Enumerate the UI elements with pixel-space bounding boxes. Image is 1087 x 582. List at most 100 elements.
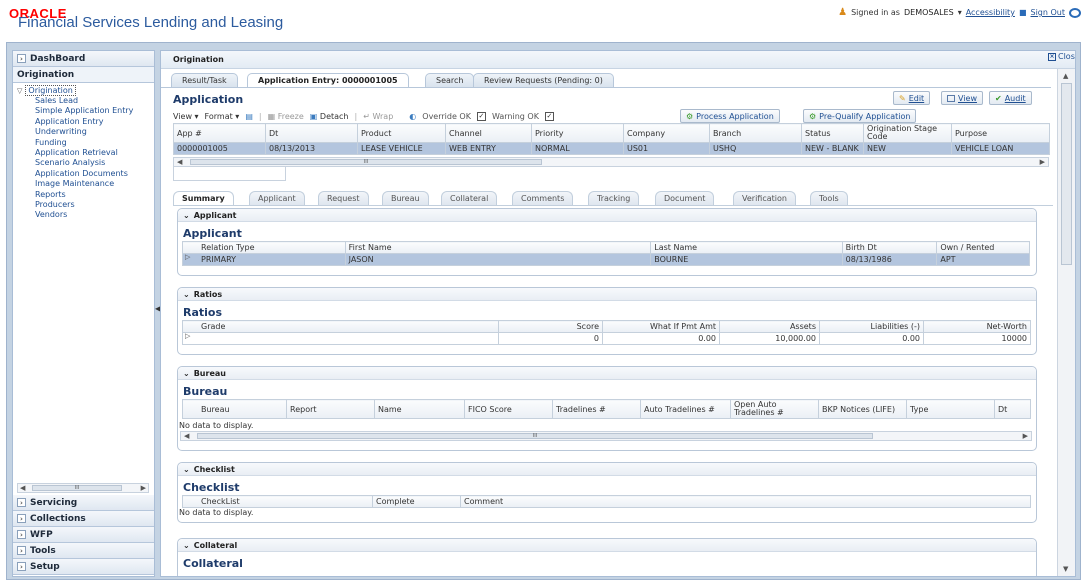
table-row[interactable]: PRIMARY JASON BOURNE 08/13/1986 APT	[182, 253, 1030, 266]
close-button[interactable]: × Close	[1048, 52, 1075, 61]
column-header[interactable]: Name	[374, 399, 465, 419]
tree-expand-icon[interactable]: ▽	[17, 87, 22, 95]
tab-document[interactable]: Document	[655, 191, 715, 205]
column-header[interactable]: Branch	[709, 123, 802, 143]
detach-button[interactable]: ▣ Detach	[310, 112, 349, 121]
column-header[interactable]: Product	[357, 123, 446, 143]
column-header[interactable]: Comment	[460, 495, 1031, 508]
tab-bureau[interactable]: Bureau	[382, 191, 429, 205]
column-header[interactable]: First Name	[344, 241, 652, 254]
tab-search[interactable]: Search	[425, 73, 475, 87]
prequalify-button[interactable]: ⚙ Pre-Qualify Application	[803, 109, 917, 123]
tab-summary[interactable]: Summary	[173, 191, 234, 205]
column-header[interactable]: Score	[498, 320, 603, 333]
sidebar-dashboard[interactable]: › DashBoard	[13, 51, 154, 67]
binoculars-icon[interactable]: ◐	[409, 112, 416, 121]
row-expand-icon[interactable]: ▷	[185, 253, 190, 261]
ratios-section-header[interactable]: ⌄ Ratios	[178, 288, 1036, 301]
accessibility-link[interactable]: Accessibility	[966, 8, 1015, 17]
override-ok-checkbox[interactable]: ✓	[476, 111, 486, 121]
column-header[interactable]: Tradelines #	[552, 399, 641, 419]
collapse-icon[interactable]: ⌄	[183, 290, 190, 299]
column-header[interactable]: Report	[286, 399, 375, 419]
column-header[interactable]: App #	[173, 123, 266, 143]
sign-out-link[interactable]: Sign Out	[1031, 8, 1066, 17]
edit-button[interactable]: ✎ Edit	[893, 91, 931, 105]
scroll-thumb[interactable]: III	[32, 485, 122, 491]
sidebar-item-application-documents[interactable]: Application Documents	[13, 169, 154, 179]
table-row[interactable]: 0000001005 08/13/2013 LEASE VEHICLE WEB …	[173, 142, 1050, 155]
column-header[interactable]: Status	[801, 123, 864, 143]
sidebar-item-sales-lead[interactable]: Sales Lead	[13, 96, 154, 106]
wrap-button[interactable]: ↵ Wrap	[363, 112, 393, 121]
sidebar-origination[interactable]: Origination	[13, 67, 154, 83]
scroll-thumb[interactable]: III	[190, 159, 542, 165]
bureau-table-scrollbar[interactable]: ◀ III ▶	[180, 431, 1032, 441]
sidebar-setup[interactable]: › Setup	[13, 559, 154, 575]
applicant-section-header[interactable]: ⌄ Applicant	[178, 209, 1036, 222]
scroll-right-icon[interactable]: ▶	[1040, 158, 1045, 166]
tree-origination-label[interactable]: Origination	[25, 85, 76, 96]
sidebar-item-image-maintenance[interactable]: Image Maintenance	[13, 179, 154, 189]
column-header[interactable]: CheckList	[182, 495, 373, 508]
scroll-thumb[interactable]	[1061, 83, 1072, 265]
column-header[interactable]: BKP Notices (LIFE)	[818, 399, 907, 419]
sidebar-item-scenario-analysis[interactable]: Scenario Analysis	[13, 158, 154, 168]
column-header[interactable]: Channel	[445, 123, 532, 143]
sidebar-item-underwriting[interactable]: Underwriting	[13, 127, 154, 137]
column-header[interactable]: Dt	[265, 123, 358, 143]
column-header[interactable]: Bureau	[182, 399, 287, 419]
collapse-icon[interactable]: ⌄	[183, 369, 190, 378]
tab-request[interactable]: Request	[318, 191, 369, 205]
column-header[interactable]: Origination Stage Code	[863, 123, 952, 143]
column-header[interactable]: Type	[906, 399, 995, 419]
column-header[interactable]: Birth Dt	[841, 241, 938, 254]
main-vertical-scrollbar[interactable]: ▲ ▼	[1057, 69, 1075, 576]
column-header[interactable]: Relation Type	[182, 241, 346, 254]
tab-tools[interactable]: Tools	[810, 191, 848, 205]
sidebar-item-application-retrieval[interactable]: Application Retrieval	[13, 148, 154, 158]
tab-result-task[interactable]: Result/Task	[171, 73, 238, 87]
column-header[interactable]: Assets	[719, 320, 820, 333]
audit-button[interactable]: ✔ Audit	[989, 91, 1032, 105]
collapse-icon[interactable]: ⌄	[183, 465, 190, 474]
column-header[interactable]: Dt	[994, 399, 1031, 419]
column-header[interactable]: Net-Worth	[923, 320, 1031, 333]
scroll-left-icon[interactable]: ◀	[20, 484, 25, 492]
checklist-section-header[interactable]: ⌄ Checklist	[178, 463, 1036, 476]
column-header[interactable]: Open Auto Tradelines #	[730, 399, 819, 419]
sidebar-item-application-entry[interactable]: Application Entry	[13, 117, 154, 127]
column-header[interactable]: Last Name	[650, 241, 843, 254]
sidebar-item-funding[interactable]: Funding	[13, 138, 154, 148]
scroll-right-icon[interactable]: ▶	[1023, 432, 1028, 440]
sidebar-wfp[interactable]: › WFP	[13, 527, 154, 543]
view-menu[interactable]: View ▾	[173, 112, 199, 121]
sidebar-item-simple-application-entry[interactable]: Simple Application Entry	[13, 106, 154, 116]
collapse-icon[interactable]: ⌄	[183, 211, 190, 220]
process-application-button[interactable]: ⚙ Process Application	[680, 109, 780, 123]
column-header[interactable]: Auto Tradelines #	[640, 399, 731, 419]
row-expand-icon[interactable]: ▷	[185, 332, 190, 340]
tab-tracking[interactable]: Tracking	[588, 191, 640, 205]
table-row[interactable]: 0 0.00 10,000.00 0.00 10000	[182, 332, 1031, 345]
tab-comments[interactable]: Comments	[512, 191, 574, 205]
export-icon[interactable]: ▤	[245, 112, 253, 121]
sidebar-tools[interactable]: › Tools	[13, 543, 154, 559]
sidebar-item-vendors[interactable]: Vendors	[13, 210, 154, 220]
tab-verification[interactable]: Verification	[733, 191, 796, 205]
column-header[interactable]: Purpose	[951, 123, 1050, 143]
column-header[interactable]: FICO Score	[464, 399, 553, 419]
chevron-down-icon[interactable]: ▾	[958, 8, 962, 17]
tree-origination-node[interactable]: ▽ Origination	[13, 83, 154, 96]
column-header[interactable]: Priority	[531, 123, 624, 143]
scroll-thumb[interactable]: III	[197, 433, 873, 439]
scroll-left-icon[interactable]: ◀	[184, 432, 189, 440]
sidebar-item-producers[interactable]: Producers	[13, 200, 154, 210]
view-button[interactable]: View	[941, 91, 983, 105]
format-menu[interactable]: Format ▾	[205, 112, 240, 121]
collateral-section-header[interactable]: ⌄ Collateral	[178, 539, 1036, 552]
freeze-button[interactable]: ▦ Freeze	[268, 112, 304, 121]
sidebar-scrollbar[interactable]: ◀ III ▶	[17, 483, 149, 493]
sidebar-collections[interactable]: › Collections	[13, 511, 154, 527]
column-header[interactable]: Company	[623, 123, 710, 143]
